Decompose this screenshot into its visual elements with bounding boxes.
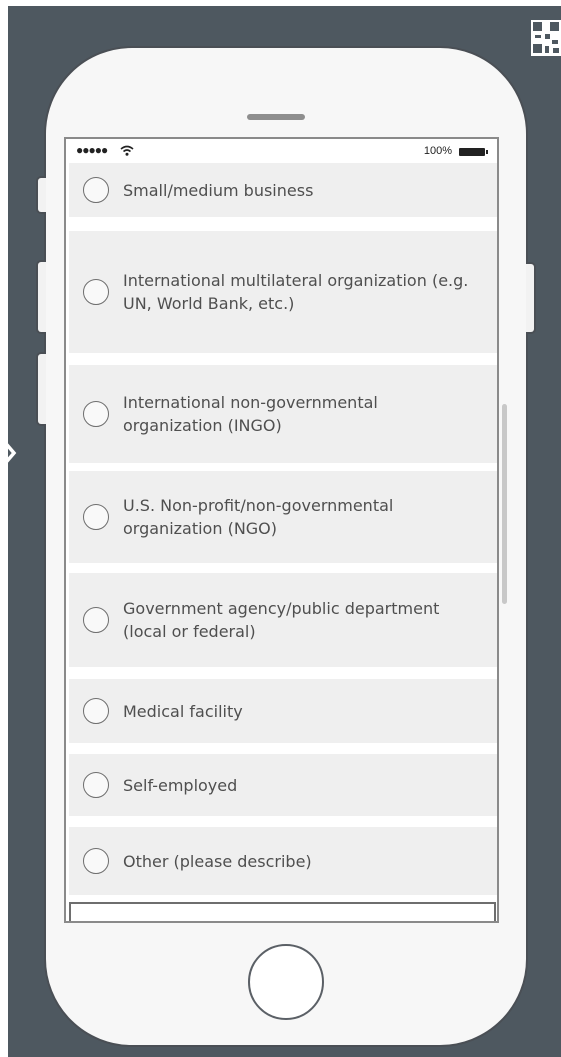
- option-label: Self-employed: [123, 775, 238, 795]
- phone-volume-down-button: [36, 352, 46, 426]
- phone-volume-up-button: [36, 260, 46, 334]
- option-government-agency[interactable]: Government agency/public department (loc…: [69, 573, 497, 667]
- phone-side-button: [36, 176, 46, 214]
- phone-speaker: [247, 114, 305, 120]
- option-us-ngo[interactable]: U.S. Non-profit/non-governmental organiz…: [69, 471, 497, 563]
- option-label: Other (please describe): [123, 851, 312, 871]
- battery-icon: [459, 148, 488, 156]
- option-small-medium-business[interactable]: Small/medium business: [69, 163, 497, 217]
- radio-circle-icon[interactable]: [83, 848, 109, 874]
- status-bar: ●●●●● 100%: [66, 139, 497, 163]
- radio-circle-icon[interactable]: [83, 401, 109, 427]
- phone-screen[interactable]: ●●●●● 100% Small/medium business Interna…: [64, 137, 499, 923]
- battery-percent: 100%: [423, 145, 452, 157]
- option-label: International non-governmental organizat…: [123, 393, 378, 435]
- option-label: International multilateral organization …: [123, 271, 469, 313]
- signal-dots: ●●●●●: [76, 143, 108, 157]
- wifi-icon: [120, 145, 134, 156]
- phone-power-button: [526, 262, 536, 334]
- home-button[interactable]: [248, 944, 324, 1020]
- radio-circle-icon[interactable]: [83, 504, 109, 530]
- option-label: Small/medium business: [123, 180, 314, 200]
- option-label: U.S. Non-profit/non-governmental organiz…: [123, 496, 394, 538]
- option-label: Medical facility: [123, 701, 243, 721]
- other-description-input[interactable]: [69, 902, 496, 921]
- radio-circle-icon[interactable]: [83, 607, 109, 633]
- radio-circle-icon[interactable]: [83, 698, 109, 724]
- radio-circle-icon[interactable]: [83, 772, 109, 798]
- radio-circle-icon[interactable]: [83, 279, 109, 305]
- qr-code-icon: [531, 20, 561, 56]
- option-medical-facility[interactable]: Medical facility: [69, 679, 497, 743]
- option-other[interactable]: Other (please describe): [69, 827, 497, 895]
- chevron-right-icon[interactable]: [0, 436, 18, 470]
- option-international-multilateral[interactable]: International multilateral organization …: [69, 231, 497, 353]
- scrollbar[interactable]: [502, 404, 507, 604]
- option-self-employed[interactable]: Self-employed: [69, 754, 497, 816]
- radio-circle-icon[interactable]: [83, 177, 109, 203]
- option-ingo[interactable]: International non-governmental organizat…: [69, 365, 497, 463]
- option-label: Government agency/public department (loc…: [123, 599, 440, 641]
